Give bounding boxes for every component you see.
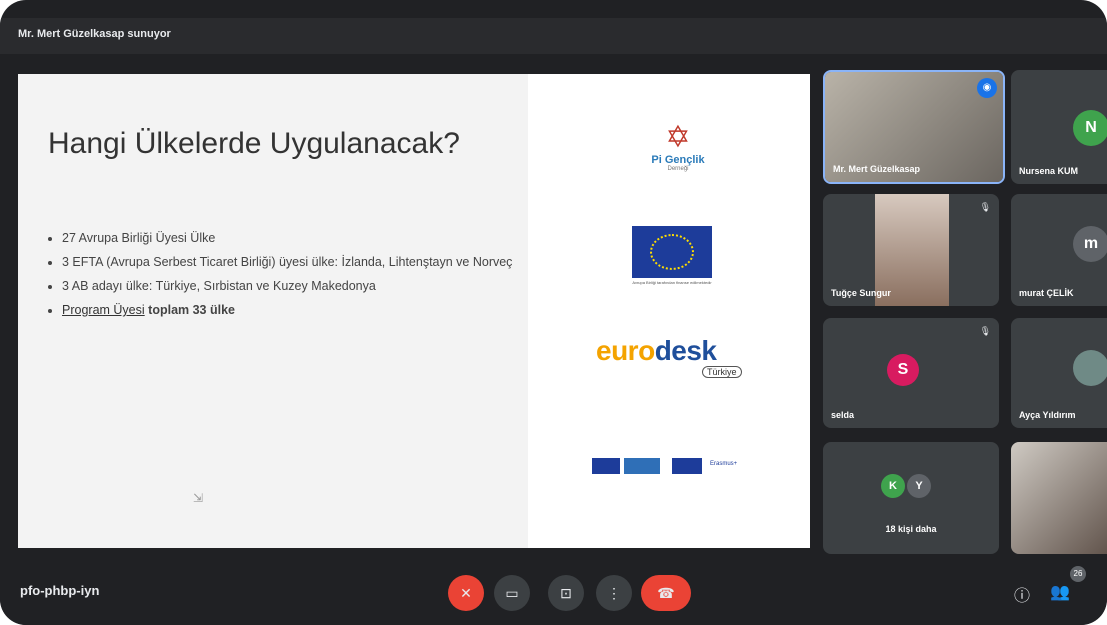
eurodesk-country: Türkiye xyxy=(702,366,742,378)
present-icon[interactable]: ⊡ xyxy=(548,575,584,611)
bullet-item-program: Program Üyesi toplam 33 ülke xyxy=(62,302,532,318)
participant-tile[interactable] xyxy=(1011,442,1107,554)
meeting-code: pfo-phbp-iyn xyxy=(20,583,100,598)
presenter-label: Mr. Mert Güzelkasap sunuyor xyxy=(18,28,171,40)
slide-title: Hangi Ülkelerde Uygulanacak? xyxy=(48,127,460,160)
slide-bullets: 27 Avrupa Birliği Üyesi Ülke 3 EFTA (Avr… xyxy=(48,230,532,326)
participant-tile[interactable]: 🎙 Tuğçe Sungur xyxy=(823,194,999,306)
avatar: N xyxy=(1073,110,1107,146)
mic-off-icon: 🎙 xyxy=(979,326,991,336)
shared-slide: Hangi Ülkelerde Uygulanacak? 27 Avrupa B… xyxy=(18,74,810,548)
bullet-item: 3 EFTA (Avrupa Serbest Ticaret Birliği) … xyxy=(62,254,532,270)
participant-tile[interactable]: 🎙 S selda xyxy=(823,318,999,428)
people-icon[interactable]: 👥 xyxy=(1050,582,1070,602)
participant-tile[interactable]: Ayça Yıldırım xyxy=(1011,318,1107,428)
avatar: m xyxy=(1073,226,1107,262)
logo-panel: ✡ Pi Gençlik Derneği Avrupa Birliği tara… xyxy=(528,74,810,548)
end-call-icon[interactable]: ☎ xyxy=(641,575,691,611)
speaking-icon: ◉ xyxy=(977,78,997,98)
mic-off-icon[interactable]: ✕ xyxy=(448,575,484,611)
erasmus-logo: Erasmus+ xyxy=(592,456,752,478)
participant-tile[interactable]: N Nursena KUM xyxy=(1011,70,1107,184)
info-icon[interactable]: ⓘ xyxy=(1014,582,1030,606)
eu-caption: Avrupa Birliği tarafından finanse edilme… xyxy=(632,280,712,285)
avatar: S xyxy=(887,354,919,386)
participant-tile[interactable]: ◉ Mr. Mert Güzelkasap xyxy=(823,70,1005,184)
program-total: toplam 33 ülke xyxy=(148,303,235,317)
bullet-item: 3 AB adayı ülke: Türkiye, Sırbistan ve K… xyxy=(62,278,532,294)
meet-window: Mr. Mert Güzelkasap sunuyor Hangi Ülkele… xyxy=(0,0,1107,625)
mic-off-icon: 🎙 xyxy=(979,202,991,212)
program-link[interactable]: Program Üyesi xyxy=(62,303,145,317)
camera-icon[interactable]: ▭ xyxy=(494,575,530,611)
star-icon: ✡ xyxy=(665,121,691,154)
more-icon[interactable]: ⋮ xyxy=(596,575,632,611)
participant-tile[interactable]: m murat ÇELİK xyxy=(1011,194,1107,306)
more-participants-tile[interactable]: K Y 18 kişi daha xyxy=(823,442,999,554)
cursor-icon: ⇲ xyxy=(193,491,204,505)
eu-flag-logo xyxy=(632,226,712,278)
avatar xyxy=(1073,350,1107,386)
bullet-item: 27 Avrupa Birliği Üyesi Ülke xyxy=(62,230,532,246)
pi-genclik-logo: ✡ Pi Gençlik Derneği xyxy=(648,122,708,182)
eurodesk-logo: eurodesk xyxy=(596,335,717,366)
participant-count-badge: 26 xyxy=(1070,566,1086,582)
